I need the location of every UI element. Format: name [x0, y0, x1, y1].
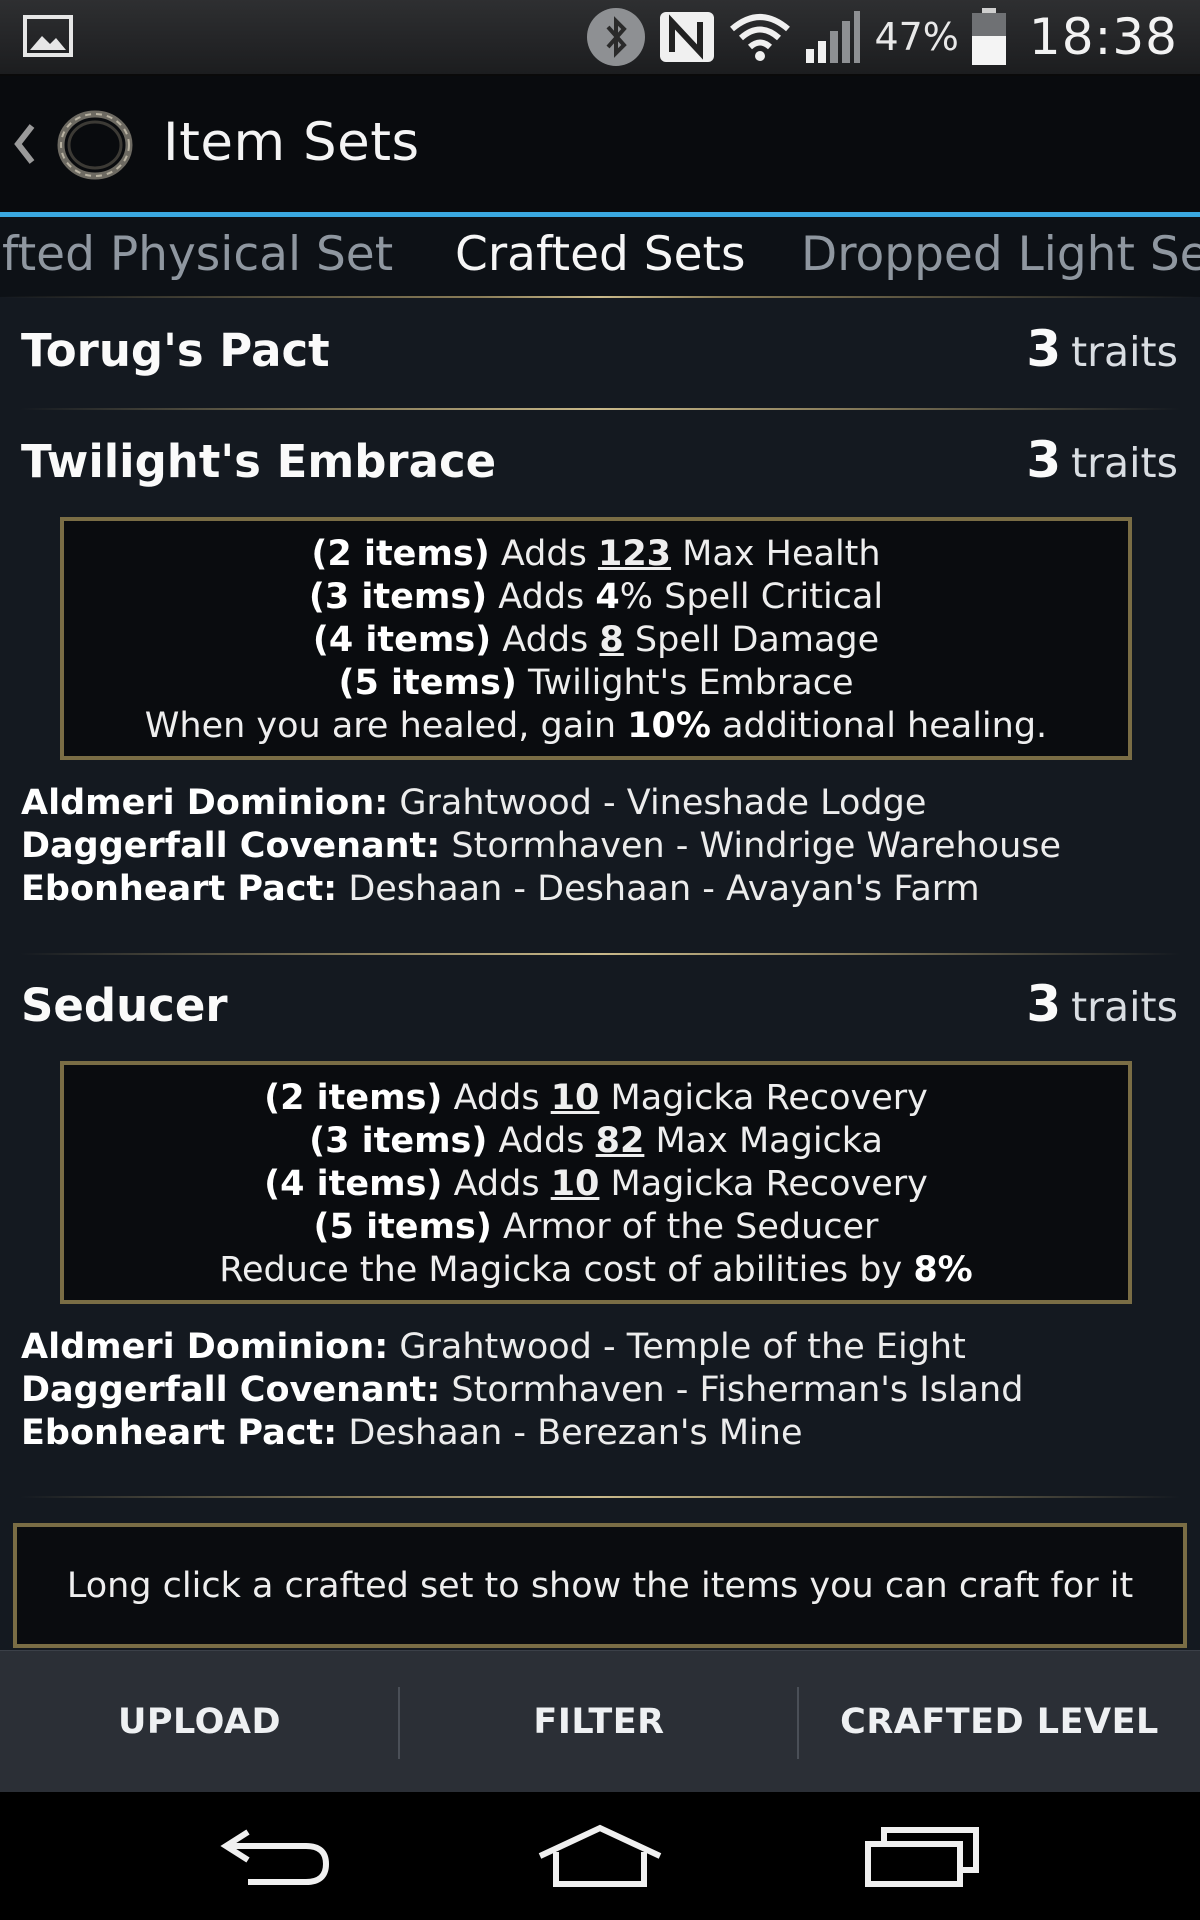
- set-name: Seducer: [21, 979, 228, 1032]
- divider: [20, 1496, 1180, 1498]
- traits-count: 3: [1026, 320, 1062, 378]
- clock: 18:38: [1028, 8, 1178, 66]
- bonus-line: (3 items) Adds 4% Spell Critical: [308, 577, 884, 617]
- traits-label: traits: [1071, 328, 1178, 376]
- crafted-level-button[interactable]: CRAFTED LEVEL: [799, 1651, 1200, 1793]
- location-daggerfall: Daggerfall Covenant: Stormhaven - Windri…: [21, 826, 1062, 866]
- status-bar: 47% 18:38: [0, 0, 1200, 76]
- wifi-icon: [730, 14, 791, 61]
- bonus-line: (3 items) Adds 82 Max Magicka: [309, 1121, 883, 1161]
- system-nav-bar: [0, 1792, 1200, 1920]
- traits-count: 3: [1026, 431, 1062, 489]
- tab-strip: fted Physical Set Crafted Sets Dropped L…: [0, 217, 1200, 297]
- page-title: Item Sets: [163, 112, 420, 173]
- set-item-twilights-embrace[interactable]: Twilight's Embrace 3 traits (2 items) Add…: [0, 410, 1200, 909]
- set-bonus-box: (2 items) Adds 123 Max Health (3 items) …: [60, 517, 1132, 760]
- bonus-description: When you are healed, gain 10% additional…: [144, 706, 1048, 746]
- back-icon[interactable]: [218, 1822, 334, 1890]
- app-bar: Item Sets: [0, 76, 1200, 212]
- traits-count: 3: [1026, 975, 1062, 1033]
- bonus-line: (5 items) Twilight's Embrace: [338, 663, 854, 703]
- app-logo-icon[interactable]: [55, 108, 135, 182]
- set-name: Twilight's Embrace: [21, 435, 497, 488]
- battery-icon: [971, 8, 1006, 65]
- upload-button[interactable]: UPLOAD: [0, 1651, 399, 1793]
- set-list: Torug's Pact 3 traits Twilight's Embrace …: [0, 298, 1200, 1650]
- location-ebonheart: Ebonheart Pact: Deshaan - Deshaan - Avay…: [21, 869, 980, 909]
- traits-label: traits: [1071, 439, 1178, 487]
- signal-icon: [806, 11, 861, 63]
- bonus-line: (4 items) Adds 8 Spell Damage: [312, 620, 880, 660]
- location-ebonheart: Ebonheart Pact: Deshaan - Berezan's Mine: [21, 1413, 803, 1453]
- set-item-seducer[interactable]: Seducer 3 traits (2 items) Adds 10 Magick…: [0, 955, 1200, 1515]
- set-item-torugs-pact[interactable]: Torug's Pact 3 traits: [0, 298, 1200, 408]
- back-chevron-icon[interactable]: [10, 122, 38, 166]
- bluetooth-icon: [587, 8, 646, 66]
- set-traits: 3 traits: [1026, 320, 1178, 378]
- bonus-line: (2 items) Adds 123 Max Health: [311, 534, 881, 574]
- tab-crafted-sets[interactable]: Crafted Sets: [455, 227, 745, 282]
- action-bar: UPLOAD FILTER CRAFTED LEVEL: [0, 1650, 1200, 1793]
- set-name: Torug's Pact: [21, 324, 330, 377]
- set-traits: 3 traits: [1026, 431, 1178, 489]
- bonus-line: (4 items) Adds 10 Magicka Recovery: [264, 1164, 928, 1204]
- gallery-icon: [23, 15, 73, 57]
- location-daggerfall: Daggerfall Covenant: Stormhaven - Fisher…: [21, 1370, 1024, 1410]
- set-bonus-box: (2 items) Adds 10 Magicka Recovery (3 it…: [60, 1061, 1132, 1304]
- bonus-line: (5 items) Armor of the Seducer: [313, 1207, 879, 1247]
- traits-label: traits: [1071, 983, 1178, 1031]
- filter-button[interactable]: FILTER: [400, 1651, 798, 1793]
- home-icon[interactable]: [536, 1822, 664, 1890]
- tab-dropped-light-set[interactable]: Dropped Light Se: [801, 227, 1200, 282]
- battery-percent: 47%: [874, 15, 959, 59]
- recents-icon[interactable]: [864, 1822, 982, 1890]
- hint-box: Long click a crafted set to show the ite…: [13, 1523, 1187, 1648]
- location-aldmeri: Aldmeri Dominion: Grahtwood - Temple of …: [21, 1327, 966, 1367]
- tab-crafted-physical-set[interactable]: fted Physical Set: [2, 227, 393, 282]
- nfc-icon: [660, 12, 715, 62]
- location-aldmeri: Aldmeri Dominion: Grahtwood - Vineshade …: [21, 783, 927, 823]
- bonus-description: Reduce the Magicka cost of abilities by …: [219, 1250, 973, 1290]
- bonus-line: (2 items) Adds 10 Magicka Recovery: [264, 1078, 928, 1118]
- set-traits: 3 traits: [1026, 975, 1178, 1033]
